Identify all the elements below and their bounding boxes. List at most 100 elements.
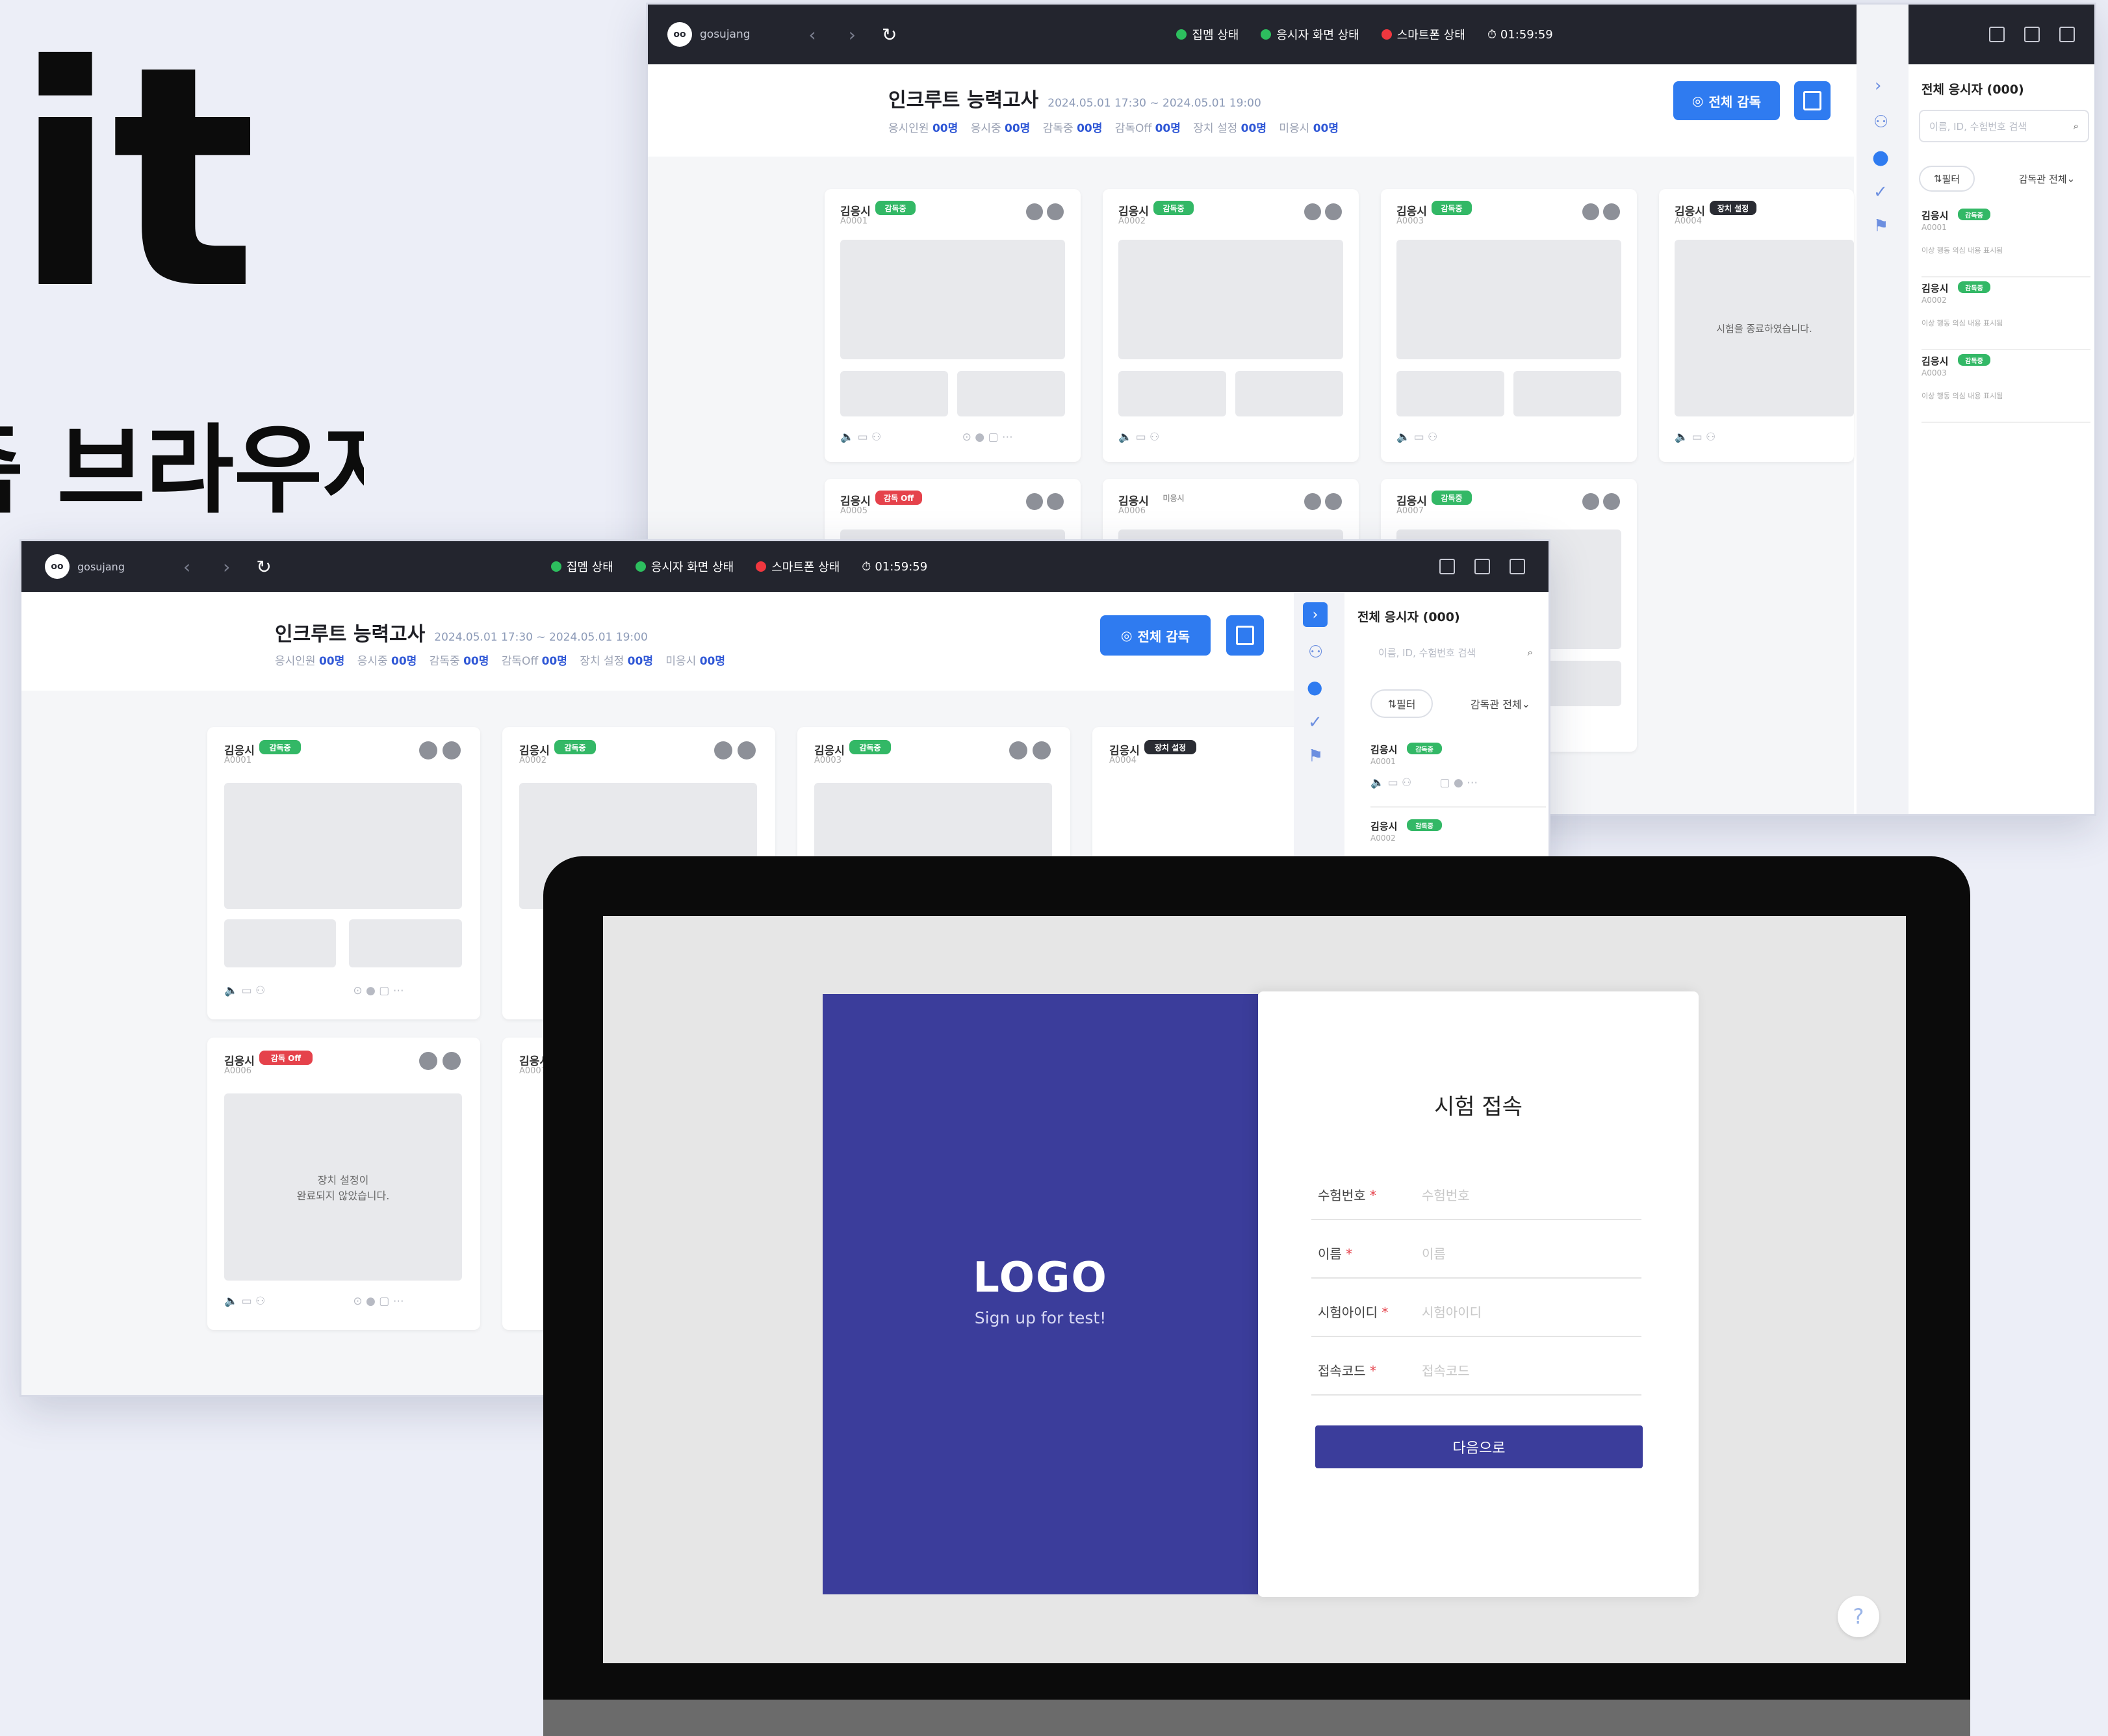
close-icon[interactable] [443,741,461,760]
forward-arrow-icon[interactable]: › [849,24,856,45]
supervisor-select[interactable]: 감독관 전체 ⌄ [1455,689,1546,718]
chat-icon[interactable]: ● [1307,676,1322,698]
announce-icon[interactable]: ⚑ [1873,216,1888,236]
chat-icon[interactable]: ● [1872,146,1889,169]
list-item[interactable]: 김응시 감독중 A0002 이상 행동 의심 내용 표시됨 [1922,281,2090,350]
minimize-icon[interactable] [1989,27,2005,42]
exam-ended-view: 시험을 종료하였습니다. [1675,240,1854,416]
close-icon[interactable] [443,1052,461,1070]
user-icon[interactable]: ⚇ [1308,643,1323,662]
close-icon[interactable] [1325,203,1342,220]
restore-icon[interactable] [1474,559,1490,574]
settings-icon[interactable] [419,741,437,760]
close-icon[interactable] [1603,493,1620,510]
access-code-field[interactable]: 접속코드 * 접속코드 [1311,1344,1641,1396]
exam-number-field[interactable]: 수험번호 * 수험번호 [1311,1168,1641,1220]
list-item[interactable]: 김응시 감독중 A0003 이상 행동 의심 내용 표시됨 [1922,354,2090,423]
settings-icon[interactable] [1304,493,1321,510]
all-supervise-button[interactable]: ◎ 전체 감독 [1100,615,1211,656]
exam-stats: 응시인원 00명 응시중 00명 감독중 00명 감독Off 00명 장치 설정… [888,122,1339,135]
login-card: LOGO Sign up for test! 시험 접속 수험번호 * 수험번호… [823,991,1699,1597]
close-icon[interactable] [2059,27,2075,42]
logo-icon: oo [667,22,692,47]
slogan: Sign up for test! [974,1308,1107,1327]
settings-icon[interactable] [1582,493,1599,510]
back-arrow-icon[interactable]: ‹ [183,556,190,578]
status-badge: 감독중 [554,740,596,754]
candidate-card[interactable]: 김응시 감독중 A0002 🔈 ▭ ⚇ [1103,189,1359,462]
restore-icon[interactable] [2024,27,2040,42]
announce-icon[interactable]: ⚑ [1308,747,1323,766]
status-phone: 스마트폰 상태 [756,558,840,575]
settings-icon[interactable] [1304,203,1321,220]
status-badge: 감독중 [875,201,916,215]
card-icons: 🔈 ▭ ⚇ [1396,431,1438,444]
status-badge: 감독중 [1432,491,1472,505]
check-icon[interactable]: ✓ [1873,183,1888,202]
side-icon-rail: › ⚇ ● ✓ ⚑ [1857,5,1909,814]
user-icon[interactable]: ⚇ [1873,112,1888,132]
close-icon[interactable] [1603,203,1620,220]
brand-name: gosujang [700,28,751,41]
refresh-icon[interactable]: ↻ [882,24,897,45]
supervise-icon: ◎ [1691,93,1704,108]
timer: ⏱ 01:59:59 [862,559,928,574]
phone-view [1235,371,1343,416]
collapse-icon[interactable]: › [1875,76,1881,96]
search-input[interactable]: 이름, ID, 수험번호 검색 ⌕ [1369,635,1542,670]
status-badge: 감독중 [1432,201,1472,215]
laptop-base [543,1700,1970,1736]
close-icon[interactable] [738,741,756,760]
supervisor-select[interactable]: 감독관 전체 ⌄ [2006,166,2088,192]
brand-name: gosujang [77,560,125,573]
settings-icon[interactable] [714,741,732,760]
candidate-card[interactable]: 김응시 감독중 A0001 🔈 ▭ ⚇ ⊙ ● ▢ ⋯ [207,727,480,1019]
screen-view [224,919,336,967]
candidate-card[interactable]: 김응시 감독중 A0003 🔈 ▭ ⚇ [1381,189,1637,462]
app-topbar: oo gosujang ‹ › ↻ 집멤 상태 응시자 화면 상태 스마트폰 상… [21,541,1549,592]
candidate-card[interactable]: 김응시 감독 Off A0006 장치 설정이 완료되지 않았습니다. 🔈 ▭ … [207,1038,480,1330]
check-icon[interactable]: ✓ [1308,713,1322,732]
close-icon[interactable] [1047,203,1064,220]
refresh-icon[interactable]: ↻ [256,556,271,578]
candidate-card[interactable]: 김응시 장치 설정 A0004 시험을 종료하였습니다. 🔈 ▭ ⚇ [1659,189,1854,462]
settings-icon[interactable] [419,1052,437,1070]
card-icons: 🔈 ▭ ⚇ [1675,431,1716,444]
supervise-icon: ◎ [1120,628,1133,643]
status-webcam: 집멤 상태 [1176,26,1239,43]
status-badge: 감독 Off [875,491,922,505]
minimize-icon[interactable] [1439,559,1455,574]
settings-icon[interactable] [1026,203,1043,220]
login-brand-panel: LOGO Sign up for test! [823,994,1258,1594]
candidate-card[interactable]: 김응시 감독중 A0001 🔈 ▭ ⚇ ⊙ ● ▢ ⋯ [825,189,1081,462]
close-icon[interactable] [1047,493,1064,510]
list-item[interactable]: 김응시 감독중 A0001 이상 행동 의심 내용 표시됨 [1922,209,2090,277]
settings-icon[interactable] [1026,493,1043,510]
search-input[interactable]: 이름, ID, 수험번호 검색 ⌕ [1919,110,2089,142]
close-icon[interactable] [1510,559,1525,574]
close-icon[interactable] [1325,493,1342,510]
close-icon[interactable] [1033,741,1051,760]
next-button[interactable]: 다음으로 [1315,1425,1643,1468]
settings-icon[interactable] [1009,741,1027,760]
filter-button[interactable]: ⇅ 필터 [1919,166,1975,192]
list-item[interactable]: 김응시 감독중 A0001 🔈 ▭ ⚇ ▢ ● ⋯ [1370,743,1546,808]
layout-toggle-button[interactable] [1226,615,1264,656]
phone-view [957,371,1065,416]
settings-icon[interactable] [1582,203,1599,220]
device-not-set-view: 장치 설정이 완료되지 않았습니다. [224,1093,462,1281]
layout-toggle-button[interactable] [1794,81,1831,120]
exam-header: 인크루트 능력고사 2024.05.01 17:30 ~ 2024.05.01 … [648,64,1854,157]
help-icon[interactable]: ? [1838,1596,1879,1637]
hero-subtitle: 즉 브라우저 [0,422,364,518]
forward-arrow-icon[interactable]: › [223,556,230,578]
status-badge: 장치 설정 [1710,201,1756,215]
collapse-icon[interactable]: › [1303,602,1328,627]
webcam-view [840,240,1065,359]
name-field[interactable]: 이름 * 이름 [1311,1227,1641,1279]
filter-button[interactable]: ⇅ 필터 [1370,689,1433,718]
back-arrow-icon[interactable]: ‹ [809,24,816,45]
card-icons: 🔈 ▭ ⚇ ⊙ ● ▢ ⋯ [224,1295,404,1308]
exam-id-field[interactable]: 시험아이디 * 시험아이디 [1311,1285,1641,1337]
all-supervise-button[interactable]: ◎ 전체 감독 [1673,81,1780,120]
